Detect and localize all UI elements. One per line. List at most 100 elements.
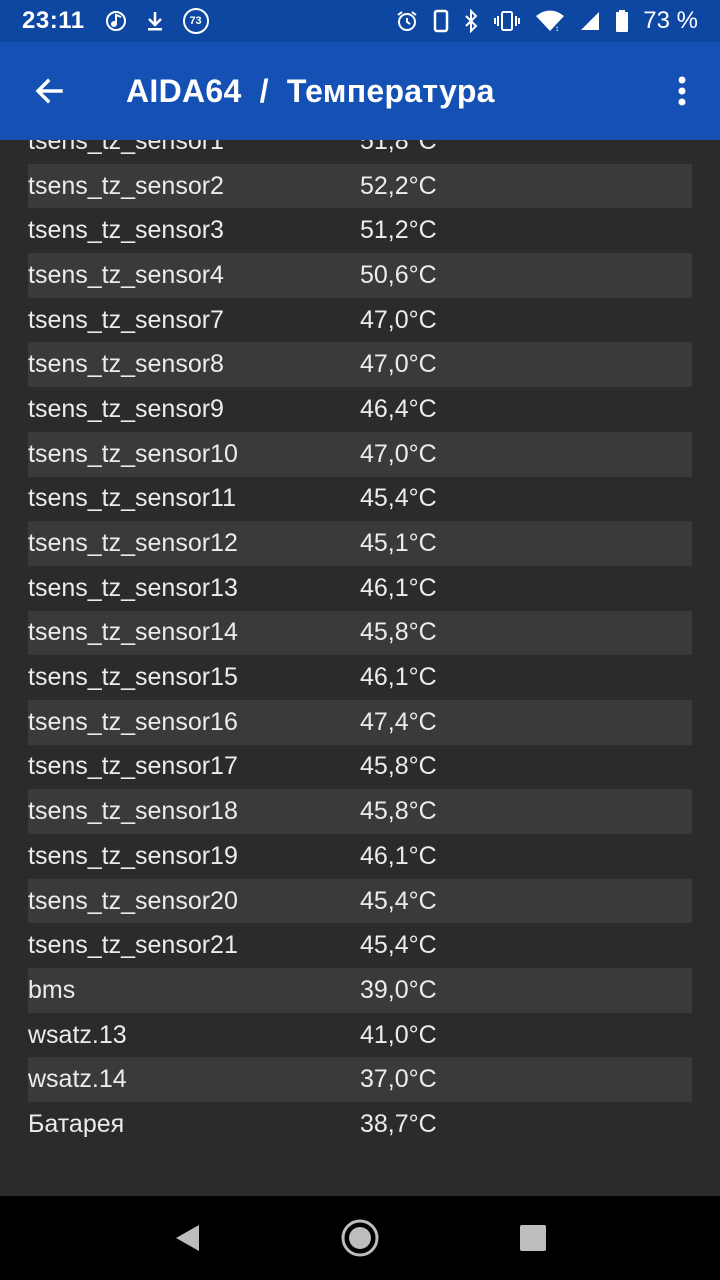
sensor-value: 50,6°C — [360, 260, 437, 289]
nav-recents-button[interactable] — [493, 1198, 573, 1278]
download-icon — [145, 10, 165, 32]
wifi-icon: ↕ — [535, 9, 565, 33]
sensor-row[interactable]: tsens_tz_sensor4 50,6°C — [28, 253, 692, 298]
sensor-value: 46,4°C — [360, 394, 437, 423]
sensor-row[interactable]: tsens_tz_sensor1 51,8°C — [28, 140, 692, 164]
notification-badge-icon: 73 — [182, 8, 209, 34]
title-separator: / — [259, 72, 269, 109]
sensor-name: tsens_tz_sensor12 — [28, 529, 238, 558]
sensor-name: tsens_tz_sensor10 — [28, 439, 238, 468]
sensor-row[interactable]: tsens_tz_sensor10 47,0°C — [28, 431, 692, 477]
sensor-row[interactable]: bms 39,0°C — [28, 968, 692, 1013]
sensor-name: wsatz.14 — [28, 1065, 127, 1094]
sensor-row[interactable]: tsens_tz_sensor7 47,0°C — [28, 298, 692, 343]
sensor-value: 38,7°C — [360, 1109, 437, 1138]
sensor-name: tsens_tz_sensor3 — [28, 216, 224, 245]
sensor-name: tsens_tz_sensor14 — [28, 618, 238, 647]
sensor-value: 47,0°C — [360, 439, 437, 468]
back-arrow-icon — [35, 78, 63, 104]
sensor-row[interactable]: wsatz.13 41,0°C — [28, 1013, 692, 1058]
sensor-row[interactable]: tsens_tz_sensor18 45,8°C — [28, 789, 692, 834]
sensor-name: wsatz.13 — [28, 1020, 127, 1049]
sensor-name: Батарея — [28, 1109, 125, 1138]
svg-text:↕: ↕ — [555, 24, 559, 33]
sensor-value: 52,2°C — [360, 171, 437, 200]
recents-icon — [520, 1225, 547, 1251]
sensor-value: 47,0°C — [360, 350, 437, 379]
sensor-value: 46,1°C — [360, 573, 437, 602]
nav-back-button[interactable] — [147, 1198, 227, 1278]
sensor-row[interactable]: tsens_tz_sensor16 47,4°C — [28, 699, 692, 745]
bluetooth-icon — [463, 9, 479, 33]
app-name: AIDA64 — [126, 72, 242, 109]
battery-icon — [615, 9, 629, 33]
sensor-value: 45,4°C — [360, 484, 437, 513]
sensor-name: tsens_tz_sensor11 — [28, 484, 236, 513]
sensor-name: tsens_tz_sensor19 — [28, 841, 238, 870]
back-icon — [175, 1225, 199, 1251]
phone-icon — [433, 9, 449, 33]
nav-home-button[interactable] — [320, 1198, 400, 1278]
more-vert-icon — [678, 76, 686, 106]
sensor-value: 45,8°C — [360, 752, 437, 781]
status-time: 23:11 — [22, 7, 85, 34]
home-icon — [341, 1219, 379, 1257]
overflow-menu-button[interactable] — [644, 42, 720, 140]
sensor-value: 51,8°C — [360, 140, 437, 155]
sensor-row[interactable]: tsens_tz_sensor11 45,4°C — [28, 477, 692, 522]
sensor-list: tsens_tz_sensor1 51,8°C tsens_tz_sensor2 52… — [28, 140, 692, 1147]
sensor-row[interactable]: tsens_tz_sensor19 46,1°C — [28, 834, 692, 879]
sensor-value: 39,0°C — [360, 975, 437, 1004]
signal-icon — [579, 10, 601, 32]
sensor-row[interactable]: tsens_tz_sensor14 45,8°C — [28, 610, 692, 656]
status-bar: 23:11 73 ↕ 73 % — [0, 0, 720, 42]
sensor-name: bms — [28, 975, 76, 1004]
sensor-name: tsens_tz_sensor20 — [28, 886, 238, 915]
sensor-name: tsens_tz_sensor4 — [28, 260, 224, 289]
sensor-row[interactable]: tsens_tz_sensor8 47,0°C — [28, 342, 692, 388]
back-arrow-button[interactable] — [0, 42, 98, 140]
alarm-icon — [395, 9, 419, 33]
sensor-row[interactable]: Батарея 38,7°C — [28, 1102, 692, 1147]
sensor-row[interactable]: wsatz.14 37,0°C — [28, 1057, 692, 1103]
sensor-name: tsens_tz_sensor16 — [28, 707, 238, 736]
vibrate-icon — [493, 9, 521, 33]
sensor-row[interactable]: tsens_tz_sensor20 45,4°C — [28, 878, 692, 924]
battery-percent: 73 % — [643, 7, 698, 34]
sensor-value: 47,0°C — [360, 305, 437, 334]
sensor-name: tsens_tz_sensor9 — [28, 394, 224, 423]
sensor-row[interactable]: tsens_tz_sensor9 46,4°C — [28, 387, 692, 432]
sensor-row[interactable]: tsens_tz_sensor3 51,2°C — [28, 208, 692, 253]
sensor-value: 47,4°C — [360, 707, 437, 736]
sensor-name: tsens_tz_sensor15 — [28, 663, 238, 692]
app-bar: AIDA64 / Температура — [0, 42, 720, 140]
sensor-row[interactable]: tsens_tz_sensor15 46,1°C — [28, 655, 692, 700]
navigation-bar — [0, 1196, 720, 1280]
sensor-value: 45,8°C — [360, 618, 437, 647]
sensor-row[interactable]: tsens_tz_sensor17 45,8°C — [28, 745, 692, 790]
sensor-value: 46,1°C — [360, 663, 437, 692]
sensor-value: 37,0°C — [360, 1065, 437, 1094]
sensor-value: 45,1°C — [360, 529, 437, 558]
sensor-value: 45,8°C — [360, 797, 437, 826]
sensor-row[interactable]: tsens_tz_sensor21 45,4°C — [28, 923, 692, 968]
sensor-name: tsens_tz_sensor13 — [28, 573, 238, 602]
music-note-icon — [105, 10, 127, 32]
sensor-row[interactable]: tsens_tz_sensor13 46,1°C — [28, 566, 692, 611]
sensor-value: 41,0°C — [360, 1020, 437, 1049]
sensor-name: tsens_tz_sensor2 — [28, 171, 224, 200]
sensor-row[interactable]: tsens_tz_sensor2 52,2°C — [28, 163, 692, 209]
sensor-value: 51,2°C — [360, 216, 437, 245]
sensor-value: 45,4°C — [360, 931, 437, 960]
sensor-row[interactable]: tsens_tz_sensor12 45,1°C — [28, 521, 692, 566]
page-title: AIDA64 / Температура — [126, 73, 495, 110]
sensor-value: 45,4°C — [360, 886, 437, 915]
sensor-name: tsens_tz_sensor21 — [28, 931, 238, 960]
sensor-name: tsens_tz_sensor18 — [28, 797, 238, 826]
sensor-list-container[interactable]: tsens_tz_sensor1 51,8°C tsens_tz_sensor2 52… — [0, 140, 720, 1196]
sensor-name: tsens_tz_sensor8 — [28, 350, 224, 379]
sensor-name: tsens_tz_sensor1 — [28, 140, 224, 155]
sensor-value: 46,1°C — [360, 841, 437, 870]
section-name: Температура — [286, 72, 495, 109]
sensor-name: tsens_tz_sensor17 — [28, 752, 238, 781]
